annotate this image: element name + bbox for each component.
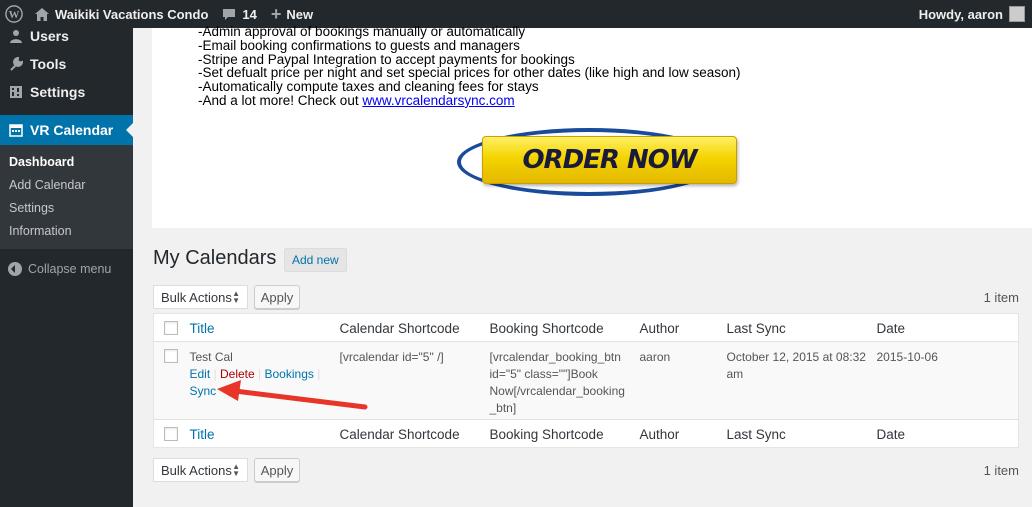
column-date: Date <box>876 313 1019 342</box>
column-title-link[interactable]: Title <box>190 321 215 336</box>
menu-item-label: Users <box>30 28 69 44</box>
apply-button-bottom[interactable]: Apply <box>254 458 300 482</box>
row-checkbox[interactable] <box>164 349 178 363</box>
cell-date: 2015-10-06 <box>876 341 1019 420</box>
add-new-button[interactable]: Add new <box>284 248 347 272</box>
select-all-checkbox[interactable] <box>164 321 178 335</box>
select-all-checkbox-footer[interactable] <box>164 427 178 441</box>
menu-item-vr-calendar[interactable]: VR Calendar <box>0 115 133 145</box>
feature-line: -Stripe and Paypal Integration to accept… <box>198 51 575 67</box>
booking-shortcode-line: Now[/vrcalendar_booking <box>489 384 625 398</box>
table-footer-row: Title Calendar Shortcode Booking Shortco… <box>153 419 1019 448</box>
column-title[interactable]: Title <box>189 313 340 342</box>
submenu-add-calendar[interactable]: Add Calendar <box>0 174 133 197</box>
vrcalendarsync-link[interactable]: www.vrcalendarsync.com <box>362 93 514 108</box>
booking-shortcode-line: _btn] <box>489 401 517 415</box>
column-title-footer-link[interactable]: Title <box>190 427 215 442</box>
calendar-icon <box>8 122 24 138</box>
settings-icon <box>8 84 24 100</box>
edit-link[interactable]: Edit <box>190 367 211 381</box>
main-content: -Admin approval of bookings manually or … <box>133 25 1032 507</box>
comments-count: 14 <box>242 6 257 22</box>
row-checkbox-cell <box>153 341 190 420</box>
my-account-link[interactable]: Howdy, aaron <box>912 0 1032 28</box>
collapse-icon <box>8 262 22 276</box>
column-author-footer: Author <box>639 419 727 448</box>
howdy-text: Howdy, aaron <box>918 6 1003 22</box>
booking-shortcode-line: id="5" class=""]Book <box>489 367 598 381</box>
last-sync-line: October 12, 2015 at 08:32 <box>726 350 866 364</box>
column-author: Author <box>639 313 727 342</box>
bulk-actions-label: Bulk Actions <box>161 289 232 305</box>
column-calendar-shortcode: Calendar Shortcode <box>339 313 490 342</box>
menu-item-users[interactable]: Users <box>0 22 133 50</box>
column-last-sync-footer: Last Sync <box>726 419 877 448</box>
submenu-settings[interactable]: Settings <box>0 197 133 220</box>
cell-booking-shortcode: [vrcalendar_booking_btn id="5" class=""]… <box>489 341 640 420</box>
cell-author: aaron <box>639 341 727 420</box>
select-arrows-icon: ▲ ▼ <box>232 462 240 478</box>
booking-shortcode-line: [vrcalendar_booking_btn <box>489 350 621 364</box>
submenu-dashboard[interactable]: Dashboard <box>0 151 133 174</box>
items-count-bottom: 1 item <box>983 463 1019 478</box>
bulk-actions-select-bottom[interactable]: Bulk Actions ▲ ▼ <box>153 458 248 482</box>
menu-item-label: Settings <box>30 84 86 100</box>
feature-line: -Automatically compute taxes and cleanin… <box>198 79 539 95</box>
feature-line-prefix: -And a lot more! Check out <box>198 92 363 108</box>
wrench-icon <box>8 56 24 72</box>
order-now-button[interactable]: ORDER NOW <box>457 126 737 198</box>
column-date-footer: Date <box>876 419 1019 448</box>
select-arrows-icon: ▲ ▼ <box>232 289 240 305</box>
svg-text:W: W <box>9 9 20 21</box>
menu-item-settings[interactable]: Settings <box>0 78 133 106</box>
admin-sidebar: Users Tools Settings VR Calendar Dashboa… <box>0 28 133 507</box>
menu-item-label: VR Calendar <box>30 122 114 138</box>
collapse-menu-button[interactable]: Collapse menu <box>0 255 133 283</box>
column-last-sync: Last Sync <box>726 313 877 342</box>
feature-line-last: -And a lot more! Check out www.vrcalenda… <box>198 94 741 108</box>
apply-button[interactable]: Apply <box>254 285 300 309</box>
column-calendar-shortcode-footer: Calendar Shortcode <box>339 419 490 448</box>
avatar <box>1009 6 1025 22</box>
vr-calendar-submenu: Dashboard Add Calendar Settings Informat… <box>0 145 133 249</box>
table-header-row: Title Calendar Shortcode Booking Shortco… <box>153 313 1019 342</box>
feature-list: -Admin approval of bookings manually or … <box>198 25 741 108</box>
column-booking-shortcode-footer: Booking Shortcode <box>489 419 640 448</box>
tablenav-top: Bulk Actions ▲ ▼ Apply 1 item <box>153 285 1019 311</box>
feature-line: -Admin approval of bookings manually or … <box>198 24 526 39</box>
column-title-footer[interactable]: Title <box>189 419 340 448</box>
collapse-label: Collapse menu <box>28 262 112 276</box>
new-label: New <box>286 6 314 22</box>
page-title: My Calendars <box>153 247 277 269</box>
items-count: 1 item <box>983 290 1019 305</box>
order-now-label: ORDER NOW <box>482 136 737 184</box>
bulk-actions-select[interactable]: Bulk Actions ▲ ▼ <box>153 285 248 309</box>
home-icon <box>35 7 49 21</box>
menu-item-label: Tools <box>30 56 67 72</box>
promo-panel: -Admin approval of bookings manually or … <box>152 25 1032 228</box>
cell-last-sync: October 12, 2015 at 08:32 am <box>726 341 877 420</box>
tablenav-bottom: Bulk Actions ▲ ▼ Apply 1 item <box>153 458 1019 484</box>
menu-item-tools[interactable]: Tools <box>0 50 133 78</box>
comment-icon <box>222 8 236 21</box>
select-all-cell-footer <box>153 419 190 448</box>
site-name: Waikiki Vacations Condo <box>55 6 209 22</box>
users-icon <box>8 28 24 44</box>
red-arrow-annotation <box>217 380 368 410</box>
column-booking-shortcode: Booking Shortcode <box>489 313 640 342</box>
feature-line: -Set defualt price per night and set spe… <box>198 65 741 81</box>
bulk-actions-label: Bulk Actions <box>161 462 232 478</box>
plus-icon: + <box>270 4 282 24</box>
feature-line: -Email booking confirmations to guests a… <box>198 37 520 53</box>
select-all-cell <box>153 313 190 342</box>
submenu-information[interactable]: Information <box>0 220 133 243</box>
last-sync-line: am <box>726 367 744 381</box>
